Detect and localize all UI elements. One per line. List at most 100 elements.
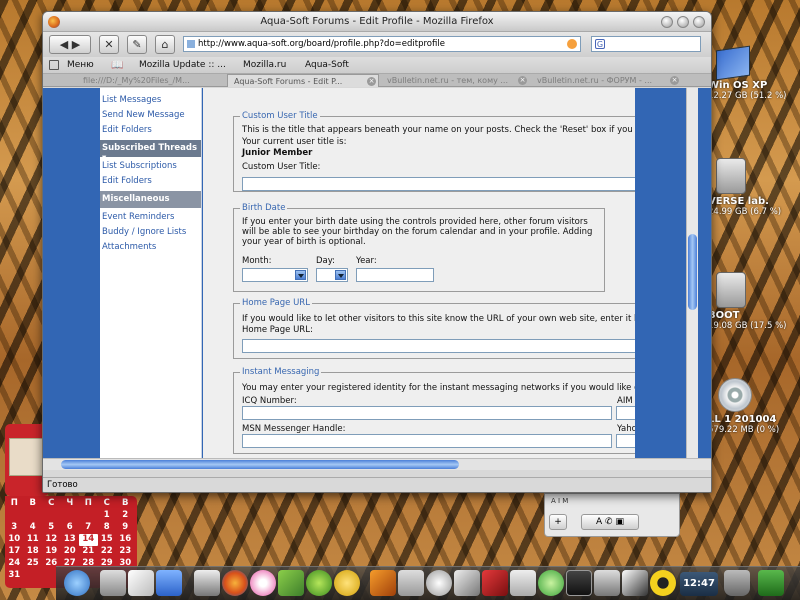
sidebar-item-send-message[interactable]: Send New Message: [100, 108, 201, 123]
close-button[interactable]: [693, 16, 705, 28]
messenger-icon[interactable]: [156, 570, 182, 596]
horizontal-scrollbar[interactable]: [43, 458, 711, 470]
flower-icon[interactable]: [250, 570, 276, 596]
bookmark-menu[interactable]: Меню: [67, 60, 94, 70]
aim-label: A I M: [551, 497, 569, 505]
year-input[interactable]: [356, 268, 434, 282]
chevron-down-icon: [335, 270, 346, 280]
month-select[interactable]: [242, 268, 308, 282]
drive-size: 679.22 MB (0 %): [708, 425, 780, 435]
homepage-input[interactable]: [242, 339, 635, 353]
sidebar-item-attachments[interactable]: Attachments: [100, 240, 201, 255]
sidebar-item-list-subscriptions[interactable]: List Subscriptions: [100, 159, 201, 174]
disk-utility-icon[interactable]: [426, 570, 452, 596]
tab-close-icon[interactable]: ×: [367, 77, 376, 86]
sidebar-item-edit-folders-2[interactable]: Edit Folders: [100, 174, 201, 189]
bookmark-mozilla-update[interactable]: Mozilla Update :: ...: [139, 60, 226, 70]
day-label: Day:: [316, 256, 336, 266]
day: 8: [103, 522, 110, 532]
trash-icon[interactable]: [724, 570, 750, 596]
sidebar-item-buddy-list[interactable]: Buddy / Ignore Lists: [100, 225, 201, 240]
day: [24, 510, 43, 522]
desktop-drive-cd[interactable]: LL 1 201004 679.22 MB (0 %): [708, 378, 800, 435]
url-bar[interactable]: http://www.aqua-soft.org/board/profile.p…: [183, 36, 581, 52]
minimize-button[interactable]: [661, 16, 673, 28]
tools-icon[interactable]: [370, 570, 396, 596]
window-title: Aqua-Soft Forums - Edit Profile - Mozill…: [260, 16, 494, 27]
desktop-drive-verse[interactable]: VERSE lab. 24.99 GB (6.7 %): [708, 158, 800, 217]
day: [42, 510, 61, 522]
status-bar: Готово: [43, 477, 711, 492]
aim-input[interactable]: [616, 406, 635, 420]
terminal-icon[interactable]: [594, 570, 620, 596]
bookmark-aqua-soft[interactable]: Aqua-Soft: [305, 60, 349, 70]
tab-aqua-soft[interactable]: Aqua-Soft Forums - Edit P... ×: [227, 74, 379, 87]
utility-icon[interactable]: [194, 570, 220, 596]
tab-close-icon[interactable]: ×: [670, 76, 679, 85]
firefox-icon[interactable]: [222, 570, 248, 596]
custom-title-input[interactable]: [242, 177, 635, 191]
monitor-icon[interactable]: [566, 570, 592, 596]
notes-icon[interactable]: [128, 570, 154, 596]
stop-button[interactable]: ✕: [99, 35, 119, 54]
add-button[interactable]: +: [549, 514, 567, 530]
day: [61, 510, 80, 522]
desktop-drive-boot[interactable]: BOOT 19.08 GB (17.5 %): [708, 272, 800, 331]
paint-icon[interactable]: [278, 570, 304, 596]
firefox-window: Aqua-Soft Forums - Edit Profile - Mozill…: [42, 11, 712, 493]
scroll-thumb[interactable]: [688, 234, 697, 310]
icq-input[interactable]: [242, 406, 612, 420]
day: 10: [8, 534, 21, 544]
checkmark-icon[interactable]: [758, 570, 784, 596]
vertical-scrollbar[interactable]: [686, 88, 698, 460]
google-icon: G: [595, 39, 605, 49]
edit-profile-form: Custom User Title This is the title that…: [203, 88, 635, 460]
tab-label: vBulletin.net.ru - тем, кому ...: [387, 76, 509, 85]
tab-close-icon[interactable]: ×: [518, 76, 527, 85]
edit-icon[interactable]: ✎: [127, 35, 147, 54]
sidebar-item-edit-folders[interactable]: Edit Folders: [100, 123, 201, 138]
birth-date-fieldset: Birth Date If you enter your birth date …: [233, 203, 605, 292]
home-button[interactable]: ⌂: [155, 35, 175, 54]
page-content: List Messages Send New Message Edit Fold…: [43, 88, 711, 460]
drive-name: LL 1 201004: [708, 414, 777, 425]
app-icon[interactable]: [482, 570, 508, 596]
sidebar-item-list-messages[interactable]: List Messages: [100, 93, 201, 108]
bookmark-mozilla-ru[interactable]: Mozilla.ru: [243, 60, 286, 70]
fireworks-icon[interactable]: [334, 570, 360, 596]
day: 15: [100, 534, 113, 544]
search-input[interactable]: G: [591, 36, 701, 52]
message-actions-button[interactable]: A ✆ ▣: [581, 514, 639, 530]
rss-icon[interactable]: [567, 39, 577, 49]
scroll-thumb[interactable]: [61, 460, 459, 469]
dreamweaver-icon[interactable]: [306, 570, 332, 596]
tab-file[interactable]: file:///D:/_My%20Files_/M...: [77, 74, 225, 87]
title-bar[interactable]: Aqua-Soft Forums - Edit Profile - Mozill…: [43, 12, 711, 32]
msn-input[interactable]: [242, 434, 612, 448]
back-forward-button[interactable]: ◀ ▶: [49, 35, 91, 54]
day-select[interactable]: [316, 268, 348, 282]
camera-icon[interactable]: [510, 570, 536, 596]
calculator-icon[interactable]: [100, 570, 126, 596]
day: 13: [63, 534, 76, 544]
refresh-icon[interactable]: [538, 570, 564, 596]
radiation-icon[interactable]: [650, 570, 676, 596]
sidebar-section-subscribed[interactable]: Subscribed Threads ▾: [100, 140, 201, 163]
calendar-picture: [9, 438, 45, 476]
search-icon[interactable]: [64, 570, 90, 596]
tab-vbulletin-2[interactable]: vBulletin.net.ru - ФОРУМ - ... ×: [531, 74, 681, 87]
drive-size: 19.08 GB (17.5 %): [708, 321, 787, 331]
sidebar-section-misc[interactable]: Miscellaneous: [100, 191, 201, 208]
maximize-button[interactable]: [677, 16, 689, 28]
printer-icon[interactable]: [398, 570, 424, 596]
yahoo-input[interactable]: [616, 434, 635, 448]
settings-icon[interactable]: [454, 570, 480, 596]
sidebar-item-event-reminders[interactable]: Event Reminders: [100, 210, 201, 225]
day: 4: [29, 522, 36, 532]
desktop-drive-winxp[interactable]: Win OS XP 12.27 GB (51.2 %): [708, 45, 800, 101]
year-label: Year:: [356, 256, 377, 266]
day: 20: [63, 546, 76, 556]
day: 9: [122, 522, 129, 532]
tab-vbulletin-1[interactable]: vBulletin.net.ru - тем, кому ... ×: [381, 74, 529, 87]
script-icon[interactable]: [622, 570, 648, 596]
